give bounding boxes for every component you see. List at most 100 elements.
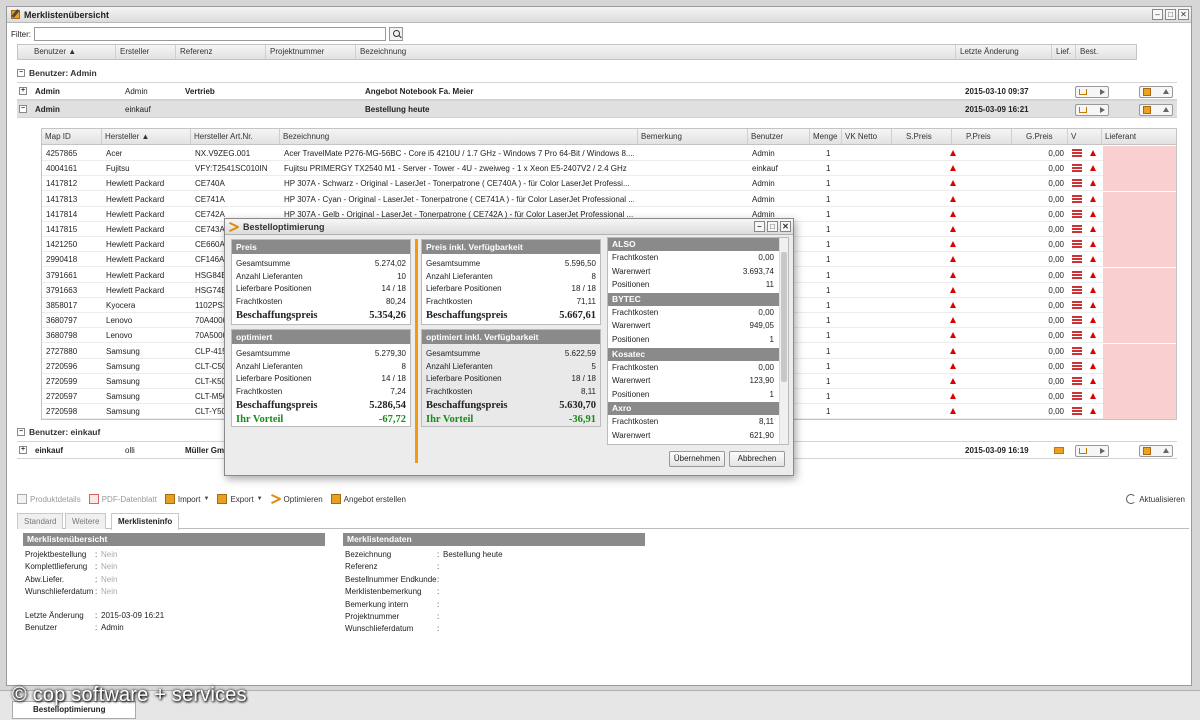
edit-button[interactable] bbox=[1139, 445, 1173, 457]
list-row[interactable]: + Admin Admin Vertrieb Angebot Notebook … bbox=[17, 82, 1177, 100]
list-row-selected[interactable]: − Admin einkauf Bestellung heute 2015-03… bbox=[17, 100, 1177, 118]
scrollbar[interactable] bbox=[779, 238, 788, 444]
pdf-datenblatt-button[interactable]: PDF-Datenblatt bbox=[88, 494, 157, 504]
lieferant-cell[interactable] bbox=[1103, 176, 1176, 192]
lieferant-cell[interactable] bbox=[1103, 389, 1176, 405]
lieferant-cell[interactable] bbox=[1103, 374, 1176, 389]
maximize-button[interactable]: □ bbox=[767, 221, 778, 232]
col-p-preis[interactable]: P.Preis bbox=[952, 129, 1012, 144]
collapse-icon[interactable]: − bbox=[17, 69, 25, 77]
lieferant-cell[interactable] bbox=[1103, 313, 1176, 329]
col-artnr[interactable]: Hersteller Art.Nr. bbox=[191, 129, 280, 144]
col-bezeichnung[interactable]: Bezeichnung bbox=[356, 45, 956, 59]
lieferant-cell[interactable] bbox=[1103, 161, 1176, 177]
col-projektnummer[interactable]: Projektnummer bbox=[266, 45, 356, 59]
position-row[interactable]: 1417813 Hewlett Packard CE741A HP 307A - Cy… bbox=[42, 191, 1176, 207]
window-titlebar[interactable]: Merklistenübersicht – □ ✕ bbox=[7, 7, 1191, 23]
position-row[interactable]: 1417812 Hewlett Packard CE740A HP 307A - Sc… bbox=[42, 176, 1176, 192]
col-s-preis[interactable]: S.Preis bbox=[892, 129, 952, 144]
col-menge[interactable]: Menge bbox=[810, 129, 842, 144]
uebernehmen-button[interactable]: Übernehmen bbox=[669, 451, 725, 467]
warning-triangle-icon bbox=[1090, 362, 1096, 369]
dropdown-arrow-icon: ▼ bbox=[256, 496, 263, 502]
optimieren-button[interactable]: Optimieren bbox=[271, 495, 323, 504]
col-hersteller[interactable]: Hersteller ▲ bbox=[102, 129, 191, 144]
bezeichnung-cell: HP 307A - Schwarz - Original - LaserJet … bbox=[284, 179, 630, 189]
window-title: Merklistenübersicht bbox=[24, 9, 110, 20]
lieferant-cell[interactable] bbox=[1103, 343, 1176, 359]
order-button[interactable] bbox=[1075, 104, 1109, 116]
vorteil-value: -36,91 bbox=[568, 414, 596, 425]
expand-icon[interactable]: + bbox=[19, 87, 27, 95]
edit-button[interactable] bbox=[1139, 104, 1173, 116]
lieferant-cell[interactable] bbox=[1103, 267, 1176, 283]
col-map-id[interactable]: Map ID bbox=[42, 129, 102, 144]
supplier-list[interactable]: ALSO Frachtkosten 0,00 Warenwert 3.693,74 Pos… bbox=[607, 237, 789, 445]
lieferant-cell[interactable] bbox=[1103, 237, 1176, 253]
dialog-titlebar[interactable]: Bestelloptimierung – □ ✕ bbox=[225, 219, 793, 235]
offer-icon[interactable] bbox=[1054, 447, 1064, 454]
col-v[interactable]: V bbox=[1068, 129, 1102, 144]
lieferant-cell[interactable] bbox=[1103, 358, 1176, 374]
aktualisieren-button[interactable]: Aktualisieren bbox=[1126, 494, 1185, 504]
play-icon bbox=[1100, 89, 1105, 95]
supplier-metric-row: Frachtkosten 0,00 bbox=[612, 307, 774, 319]
g-preis-cell: 0,00 bbox=[1048, 194, 1064, 204]
col-bezeichnung[interactable]: Bezeichnung bbox=[280, 129, 638, 144]
lieferant-cell[interactable] bbox=[1103, 252, 1176, 268]
lieferant-cell[interactable] bbox=[1103, 206, 1176, 222]
cart-icon bbox=[1079, 448, 1087, 454]
close-button[interactable]: ✕ bbox=[780, 221, 791, 232]
metric-label: Gesamtsumme bbox=[236, 259, 291, 268]
angebot-erstellen-button[interactable]: Angebot erstellen bbox=[330, 494, 406, 504]
maximize-button[interactable]: □ bbox=[1165, 9, 1176, 20]
metric-label: Warenwert bbox=[612, 266, 651, 276]
lieferant-cell[interactable] bbox=[1103, 191, 1176, 207]
lieferant-cell[interactable] bbox=[1103, 328, 1176, 344]
col-bemerkung[interactable]: Bemerkung bbox=[638, 129, 748, 144]
minimize-button[interactable]: – bbox=[1152, 9, 1163, 20]
list-ersteller: Admin bbox=[125, 87, 148, 96]
col-g-preis[interactable]: G.Preis bbox=[1012, 129, 1068, 144]
close-button[interactable]: ✕ bbox=[1178, 9, 1189, 20]
tab-weitere[interactable]: Weitere bbox=[65, 513, 107, 529]
col-letzte-aenderung[interactable]: Letzte Änderung bbox=[956, 45, 1052, 59]
metric-label: Frachtkosten bbox=[612, 417, 659, 427]
order-button[interactable] bbox=[1075, 86, 1109, 98]
col-referenz[interactable]: Referenz bbox=[176, 45, 266, 59]
collapse-icon[interactable]: − bbox=[17, 428, 25, 436]
collapse-icon[interactable]: − bbox=[19, 105, 27, 113]
produktdetails-button[interactable]: Produktdetails bbox=[17, 494, 81, 504]
col-vk-netto[interactable]: VK Netto bbox=[842, 129, 892, 144]
group-header-admin[interactable]: − Benutzer: Admin bbox=[17, 66, 1177, 80]
col-lief[interactable]: Lief. bbox=[1052, 45, 1076, 59]
export-button[interactable]: Export ▼ bbox=[217, 494, 263, 504]
position-row[interactable]: 4004161 Fujitsu VFY:T2541SC010IN Fujitsu PR… bbox=[42, 161, 1176, 177]
tab-standard[interactable]: Standard bbox=[17, 513, 64, 529]
optimieren-label: Optimieren bbox=[283, 494, 323, 504]
col-ersteller[interactable]: Ersteller bbox=[116, 45, 176, 59]
lieferant-cell[interactable] bbox=[1103, 282, 1176, 298]
col-lieferant[interactable]: Lieferant bbox=[1102, 129, 1176, 144]
col-benutzer[interactable]: Benutzer ▲ bbox=[30, 45, 116, 59]
order-button[interactable] bbox=[1075, 445, 1109, 457]
info-value: Admin bbox=[101, 623, 124, 633]
col-benutzer[interactable]: Benutzer bbox=[748, 129, 810, 144]
lieferant-cell[interactable] bbox=[1103, 146, 1176, 161]
lieferant-cell[interactable] bbox=[1103, 298, 1176, 313]
lieferant-cell[interactable] bbox=[1103, 222, 1176, 237]
scrollbar-thumb[interactable] bbox=[781, 252, 787, 382]
supplier-header: Kosatec bbox=[608, 347, 780, 361]
minimize-button[interactable]: – bbox=[754, 221, 765, 232]
filter-input[interactable] bbox=[34, 27, 386, 41]
position-row[interactable]: 4257865 Acer NX.V9ZEG.001 Acer TravelMate P… bbox=[42, 146, 1176, 161]
col-best[interactable]: Best. bbox=[1076, 45, 1136, 59]
expand-icon[interactable]: + bbox=[19, 446, 27, 454]
edit-button[interactable] bbox=[1139, 86, 1173, 98]
lieferant-cell[interactable] bbox=[1103, 404, 1176, 419]
tab-merklisteninfo[interactable]: Merklisteninfo bbox=[111, 513, 180, 530]
cart-icon bbox=[1079, 107, 1087, 113]
import-button[interactable]: Import ▼ bbox=[164, 494, 209, 504]
abbrechen-button[interactable]: Abbrechen bbox=[729, 451, 785, 467]
search-icon[interactable] bbox=[389, 27, 403, 41]
